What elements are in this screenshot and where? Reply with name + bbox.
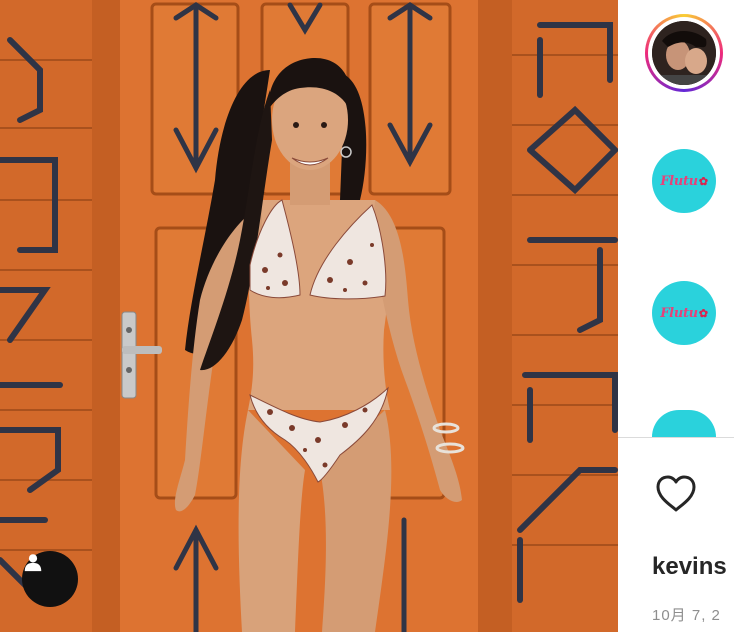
post-username[interactable]: kevins [652,553,727,581]
like-button[interactable] [652,470,700,518]
tag-people-button[interactable] [22,551,78,607]
suggested-account-avatar[interactable]: Flutu✿ [652,281,716,345]
brand-logo: Flutu✿ [660,306,708,321]
flower-icon: ✿ [698,306,708,320]
post-photo[interactable] [0,0,618,632]
divider [618,437,734,438]
post-image [0,0,618,632]
post-date: 10月 7, 2 [652,607,721,624]
story-avatar[interactable] [645,14,723,92]
user-tag-icon [24,554,42,572]
suggested-account-avatar[interactable]: Flutu✿ [652,149,716,213]
flower-icon: ✿ [698,174,708,188]
brand-logo-text: Flutu [660,173,698,189]
heart-outline-icon [656,475,696,512]
story-avatar-border [648,17,720,89]
brand-logo: Flutu✿ [660,174,708,189]
profile-photo [652,21,716,85]
brand-logo-text: Flutu [660,305,698,321]
